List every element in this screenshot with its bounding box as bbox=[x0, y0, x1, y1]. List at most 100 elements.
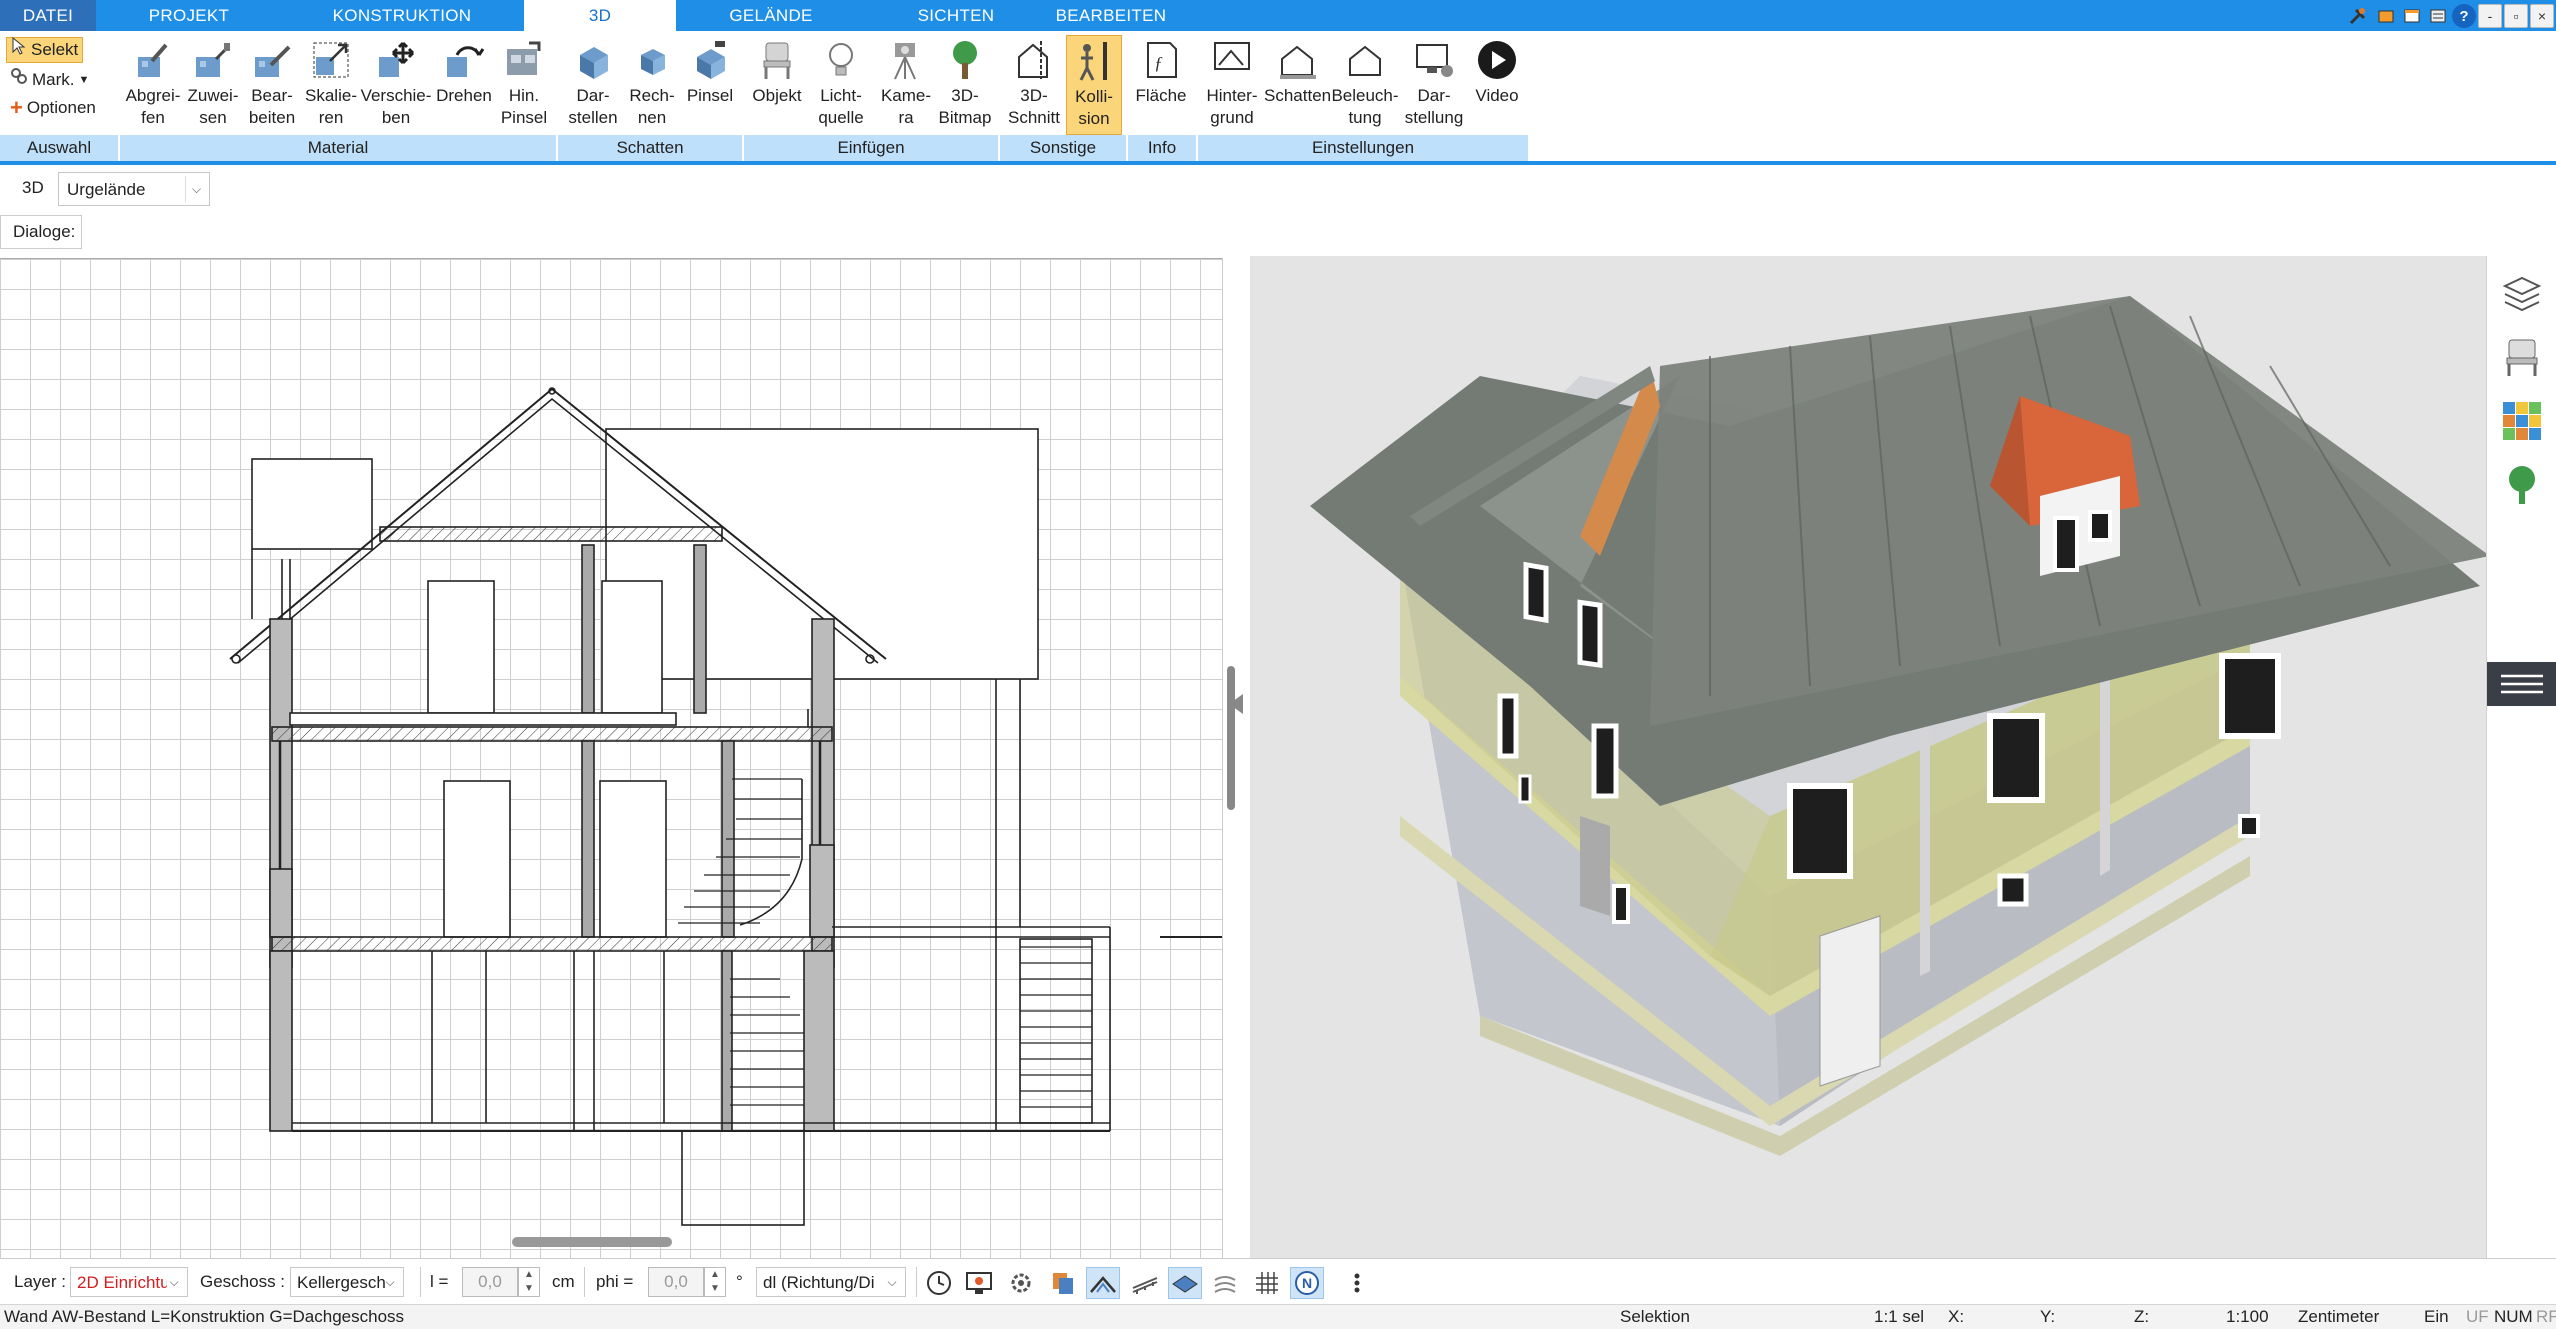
selekt-label: Selekt bbox=[31, 40, 79, 59]
layer-dropdown[interactable]: 2D Einrichtu ⌵ bbox=[70, 1267, 188, 1297]
settings-icon[interactable] bbox=[2426, 4, 2450, 28]
rechnen-button[interactable]: Rech- nen bbox=[624, 35, 680, 135]
vertical-scrollbar[interactable] bbox=[1227, 666, 1235, 810]
flaeche-button[interactable]: ƒ Fläche bbox=[1130, 35, 1192, 135]
length-stepper[interactable]: ▲ ▼ bbox=[518, 1267, 540, 1297]
brush-icon bbox=[507, 41, 541, 75]
bitmap3d-button[interactable]: 3D- Bitmap bbox=[936, 35, 994, 135]
lightbulb-icon bbox=[829, 43, 853, 76]
geschoss-dropdown[interactable]: Kellergesch ⌵ bbox=[290, 1267, 404, 1297]
move-icon bbox=[379, 41, 415, 77]
pinsel-label: Pinsel bbox=[686, 86, 734, 105]
schatten-settings-label: Schatten bbox=[1264, 86, 1332, 105]
layer-icon[interactable] bbox=[1168, 1267, 1202, 1299]
darstellen-label: Dar- stellen bbox=[568, 86, 618, 127]
lichtquelle-label: Licht- quelle bbox=[818, 86, 864, 127]
minimize-button[interactable]: - bbox=[2478, 4, 2502, 28]
tab-sichten[interactable]: SICHTEN bbox=[866, 0, 1046, 31]
tab-gelaende[interactable]: GELÄNDE bbox=[676, 0, 866, 31]
beleuchtung-button[interactable]: Beleuch- tung bbox=[1330, 35, 1400, 135]
beleuchtung-label: Beleuch- tung bbox=[1331, 86, 1399, 127]
tree-icon[interactable] bbox=[2499, 462, 2545, 508]
svg-text:N: N bbox=[1302, 1275, 1312, 1291]
geschoss-label: Geschoss : bbox=[200, 1272, 286, 1291]
direction-dropdown[interactable]: dl (Richtung/Di ⌵ bbox=[756, 1267, 906, 1297]
group-sonstige: Sonstige bbox=[1000, 135, 1126, 161]
abgreifen-button[interactable]: Abgrei- fen bbox=[122, 35, 184, 135]
optionen-button[interactable]: + Optionen bbox=[6, 95, 100, 121]
zuweisen-button[interactable]: Zuwei- sen bbox=[184, 35, 242, 135]
status-sel: 1:1 sel bbox=[1874, 1307, 1925, 1326]
darstellung-button[interactable]: Dar- stellung bbox=[1400, 35, 1468, 135]
optionen-label: Optionen bbox=[26, 98, 96, 117]
status-uf: UF bbox=[2466, 1307, 2489, 1326]
divider bbox=[916, 1267, 917, 1297]
monitor-icon bbox=[1416, 44, 1453, 77]
mark-button[interactable]: Mark. ▼ bbox=[6, 67, 93, 93]
app-window: { "menu": { "tabs": ["DATEI", "PROJEKT",… bbox=[0, 0, 2556, 1329]
restore-button[interactable]: ▫ bbox=[2504, 4, 2528, 28]
palette-icon[interactable] bbox=[2499, 398, 2545, 444]
status-mode: Selektion bbox=[1620, 1307, 1690, 1326]
skalieren-button[interactable]: Skalie- ren bbox=[302, 35, 360, 135]
length-unit: cm bbox=[552, 1272, 575, 1291]
layout-icon[interactable] bbox=[2400, 4, 2424, 28]
window-icon[interactable] bbox=[2374, 4, 2398, 28]
group-einfuegen: Einfügen bbox=[744, 135, 998, 161]
drehen-button[interactable]: Drehen bbox=[432, 35, 496, 135]
hin-pinsel-button[interactable]: Hin. Pinsel bbox=[496, 35, 552, 135]
render-3d-view[interactable] bbox=[1250, 256, 2486, 1258]
tab-projekt[interactable]: PROJEKT bbox=[96, 0, 282, 31]
kollision-button[interactable]: Kolli- sion bbox=[1066, 35, 1122, 135]
settings-icon[interactable] bbox=[1004, 1267, 1038, 1299]
hatch-icon[interactable] bbox=[1208, 1267, 1242, 1299]
phi-input[interactable]: 0,0 bbox=[648, 1267, 704, 1297]
assign-material-icon bbox=[196, 43, 230, 77]
menu-icon[interactable] bbox=[2487, 662, 2556, 706]
pinsel-button[interactable]: Pinsel bbox=[680, 35, 740, 135]
help-icon[interactable]: ? bbox=[2452, 4, 2476, 28]
horizontal-scrollbar[interactable] bbox=[512, 1237, 672, 1247]
lichtquelle-button[interactable]: Licht- quelle bbox=[806, 35, 876, 135]
terrain-dropdown[interactable]: Urgelände ⌵ bbox=[58, 172, 210, 206]
hintergrund-button[interactable]: Hinter- grund bbox=[1200, 35, 1264, 135]
schnitt3d-button[interactable]: 3D- Schnitt bbox=[1002, 35, 1066, 135]
close-button[interactable]: × bbox=[2530, 4, 2554, 28]
tab-datei[interactable]: DATEI bbox=[0, 0, 96, 31]
chevron-down-icon: ⌵ bbox=[185, 176, 207, 202]
scale-icon bbox=[313, 42, 349, 78]
wall-icon[interactable] bbox=[1128, 1267, 1162, 1299]
kamera-button[interactable]: Kame- ra bbox=[876, 35, 936, 135]
copy-icon[interactable] bbox=[1046, 1267, 1080, 1299]
verschieben-button[interactable]: Verschie- ben bbox=[360, 35, 432, 135]
tab-3d[interactable]: 3D bbox=[524, 0, 676, 31]
video-label: Video bbox=[1475, 86, 1519, 105]
schatten-settings-button[interactable]: Schatten bbox=[1264, 35, 1332, 135]
north-icon[interactable]: N bbox=[1290, 1267, 1324, 1299]
section-2d-view[interactable] bbox=[0, 258, 1222, 1258]
grid-icon[interactable] bbox=[1250, 1267, 1284, 1299]
view-splitter[interactable] bbox=[1222, 258, 1250, 1258]
section-drawing bbox=[229, 387, 1222, 1226]
selekt-button[interactable]: Selekt bbox=[6, 36, 84, 63]
collapse-left-icon[interactable] bbox=[1229, 694, 1243, 714]
chair-icon[interactable] bbox=[2499, 334, 2545, 380]
video-button[interactable]: Video bbox=[1468, 35, 1526, 135]
bottom-toolbar: Layer : 2D Einrichtu ⌵ Geschoss : Keller… bbox=[0, 1258, 2556, 1304]
layers-icon[interactable] bbox=[2499, 270, 2545, 316]
phi-label: phi = bbox=[596, 1272, 634, 1291]
clock-icon[interactable] bbox=[922, 1267, 956, 1299]
dialoge-label: Dialoge: bbox=[0, 215, 82, 249]
tools-icon[interactable] bbox=[2346, 4, 2370, 28]
phi-stepper[interactable]: ▲ ▼ bbox=[704, 1267, 726, 1297]
objekt-button[interactable]: Objekt bbox=[748, 35, 806, 135]
length-input[interactable]: 0,0 bbox=[462, 1267, 518, 1297]
tab-konstruktion[interactable]: KONSTRUKTION bbox=[282, 0, 522, 31]
screen-icon[interactable] bbox=[962, 1267, 996, 1299]
darstellen-button[interactable]: Dar- stellen bbox=[562, 35, 624, 135]
roof-icon[interactable] bbox=[1086, 1267, 1120, 1299]
more-icon[interactable] bbox=[1340, 1267, 1374, 1299]
bearbeiten-button[interactable]: Bear- beiten bbox=[242, 35, 302, 135]
length-label: l = bbox=[430, 1272, 449, 1291]
tab-bearbeiten[interactable]: BEARBEITEN bbox=[1046, 0, 1176, 31]
